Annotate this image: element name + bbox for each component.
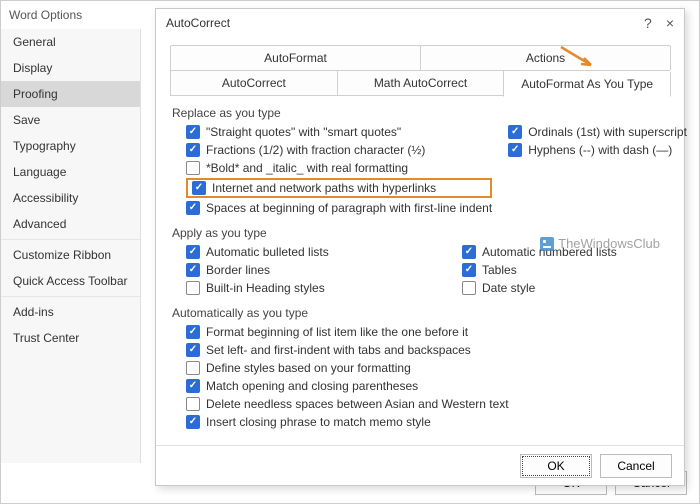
tabs-row-bottom: AutoCorrect Math AutoCorrect AutoFormat … xyxy=(170,71,670,96)
checkbox-delete-spaces[interactable]: Delete needless spaces between Asian and… xyxy=(186,396,670,412)
autocorrect-titlebar: AutoCorrect ? × xyxy=(156,9,684,37)
checkbox-icon xyxy=(186,415,200,429)
checkbox-internet-paths[interactable]: Internet and network paths with hyperlin… xyxy=(192,180,436,196)
tab-actions[interactable]: Actions xyxy=(420,45,671,70)
checkbox-icon xyxy=(186,361,200,375)
tab-math-autocorrect[interactable]: Math AutoCorrect xyxy=(337,71,505,96)
checkbox-date-style[interactable]: Date style xyxy=(462,280,670,296)
word-options-title: Word Options xyxy=(9,8,82,22)
sidebar-item-typography[interactable]: Typography xyxy=(1,133,140,159)
checkbox-straight-quotes[interactable]: "Straight quotes" with "smart quotes" xyxy=(186,124,492,140)
sidebar-separator xyxy=(1,239,140,240)
checkbox-icon xyxy=(186,161,200,175)
checkbox-icon xyxy=(186,397,200,411)
checkbox-fractions[interactable]: Fractions (1/2) with fraction character … xyxy=(186,142,492,158)
autocorrect-title: AutoCorrect xyxy=(166,16,230,30)
sidebar-item-addins[interactable]: Add-ins xyxy=(1,299,140,325)
sidebar-item-advanced[interactable]: Advanced xyxy=(1,211,140,237)
checkbox-icon xyxy=(186,201,200,215)
section-apply: Apply as you type Automatic bulleted lis… xyxy=(170,226,670,296)
autocorrect-body: AutoFormat Actions AutoCorrect Math Auto… xyxy=(156,37,684,430)
section-label: Automatically as you type xyxy=(170,306,670,320)
checkbox-hyphens[interactable]: Hyphens (--) with dash (—) xyxy=(508,142,687,158)
ok-button[interactable]: OK xyxy=(520,454,592,478)
section-replace: Replace as you type "Straight quotes" wi… xyxy=(170,106,670,216)
checkbox-icon xyxy=(186,125,200,139)
autocorrect-footer: OK Cancel xyxy=(156,445,684,485)
checkbox-icon xyxy=(462,245,476,259)
autocorrect-dialog: AutoCorrect ? × AutoFormat Actions AutoC… xyxy=(155,8,685,486)
sidebar-item-language[interactable]: Language xyxy=(1,159,140,185)
tab-autoformat-as-you-type[interactable]: AutoFormat As You Type xyxy=(503,72,671,97)
checkbox-icon xyxy=(192,181,206,195)
checkbox-set-indent[interactable]: Set left- and first-indent with tabs and… xyxy=(186,342,670,358)
section-label: Replace as you type xyxy=(170,106,670,120)
sidebar-item-general[interactable]: General xyxy=(1,29,140,55)
checkbox-heading-styles[interactable]: Built-in Heading styles xyxy=(186,280,446,296)
sidebar-item-display[interactable]: Display xyxy=(1,55,140,81)
sidebar-item-customize-ribbon[interactable]: Customize Ribbon xyxy=(1,242,140,268)
sidebar-item-save[interactable]: Save xyxy=(1,107,140,133)
sidebar-separator xyxy=(1,296,140,297)
sidebar-item-proofing[interactable]: Proofing xyxy=(1,81,140,107)
cancel-button[interactable]: Cancel xyxy=(600,454,672,478)
checkbox-icon xyxy=(186,281,200,295)
checkbox-bulleted-lists[interactable]: Automatic bulleted lists xyxy=(186,244,446,260)
checkbox-ordinals[interactable]: Ordinals (1st) with superscript xyxy=(508,124,687,140)
close-icon[interactable]: × xyxy=(666,15,674,31)
checkbox-icon xyxy=(186,263,200,277)
tabs-row-top: AutoFormat Actions xyxy=(170,45,670,71)
sidebar-item-accessibility[interactable]: Accessibility xyxy=(1,185,140,211)
checkbox-insert-closing[interactable]: Insert closing phrase to match memo styl… xyxy=(186,414,670,430)
sidebar-item-quick-access[interactable]: Quick Access Toolbar xyxy=(1,268,140,294)
checkbox-icon xyxy=(186,379,200,393)
checkbox-icon xyxy=(508,143,522,157)
checkbox-icon xyxy=(186,143,200,157)
word-options-sidebar: General Display Proofing Save Typography… xyxy=(1,29,141,463)
checkbox-format-beginning[interactable]: Format beginning of list item like the o… xyxy=(186,324,670,340)
checkbox-numbered-lists[interactable]: Automatic numbered lists xyxy=(462,244,670,260)
checkbox-match-parentheses[interactable]: Match opening and closing parentheses xyxy=(186,378,670,394)
checkbox-icon xyxy=(508,125,522,139)
tab-autoformat[interactable]: AutoFormat xyxy=(170,45,421,70)
section-label: Apply as you type xyxy=(170,226,670,240)
checkbox-icon xyxy=(186,245,200,259)
checkbox-border-lines[interactable]: Border lines xyxy=(186,262,446,278)
checkbox-icon xyxy=(186,325,200,339)
checkbox-icon xyxy=(462,281,476,295)
checkbox-bold-italic[interactable]: *Bold* and _italic_ with real formatting xyxy=(186,160,492,176)
tab-autocorrect[interactable]: AutoCorrect xyxy=(170,71,338,96)
checkbox-icon xyxy=(462,263,476,277)
help-icon[interactable]: ? xyxy=(644,15,652,31)
highlight-box: Internet and network paths with hyperlin… xyxy=(186,178,492,198)
checkbox-define-styles[interactable]: Define styles based on your formatting xyxy=(186,360,670,376)
sidebar-item-trust-center[interactable]: Trust Center xyxy=(1,325,140,351)
checkbox-tables[interactable]: Tables xyxy=(462,262,670,278)
section-auto: Automatically as you type Format beginni… xyxy=(170,306,670,430)
checkbox-icon xyxy=(186,343,200,357)
checkbox-spaces-indent[interactable]: Spaces at beginning of paragraph with fi… xyxy=(186,200,492,216)
